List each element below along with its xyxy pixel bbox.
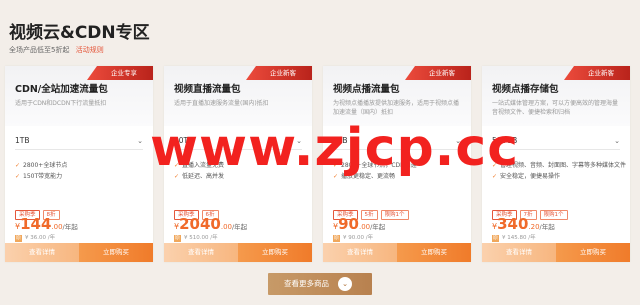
original-badge: 原 <box>333 235 340 242</box>
original-badge: 原 <box>15 235 22 242</box>
price: ¥2040.00/年起 <box>174 215 248 233</box>
spec-select[interactable]: 1TB ⌄ <box>15 132 143 150</box>
view-more-button[interactable]: 查看更多商品 ⌄ <box>268 273 372 295</box>
card-title: 视频点播存储包 <box>492 84 559 95</box>
view-details-button[interactable]: 查看详情 <box>323 243 397 262</box>
price: ¥90.00/年起 <box>333 215 386 233</box>
buy-now-button[interactable]: 立即购买 <box>397 243 471 262</box>
original-price: 原 ¥ 90.00 /年 <box>333 235 374 242</box>
subtitle-text: 全场产品低至5折起 <box>9 46 70 54</box>
check-icon: ✓ <box>15 162 21 169</box>
rules-link[interactable]: 活动规则 <box>76 46 104 54</box>
view-details-button[interactable]: 查看详情 <box>482 243 556 262</box>
buy-now-button[interactable]: 立即购买 <box>556 243 630 262</box>
feature-item: ✓ 150T带宽能力 <box>15 173 63 180</box>
card-description: 适用于直播加速服务流量(国内)抵扣 <box>174 100 269 107</box>
original-badge: 原 <box>174 235 181 242</box>
price: ¥144.00/年起 <box>15 215 78 233</box>
view-details-button[interactable]: 查看详情 <box>5 243 79 262</box>
card-description: 一站式媒体管理方案，可以方便高效的管理海量音视频文件、便捷检索和归档 <box>492 100 619 116</box>
original-badge: 原 <box>492 235 499 242</box>
card-ribbon: 企业新客 <box>246 66 312 80</box>
buy-now-button[interactable]: 立即购买 <box>79 243 153 262</box>
page-subtitle: 全场产品低至5折起 活动规则 <box>9 45 104 55</box>
chevron-down-icon: ⌄ <box>614 137 620 145</box>
watermark: www.zjcp.cc <box>150 118 520 178</box>
chevron-down-icon: ⌄ <box>137 137 143 145</box>
check-icon: ✓ <box>15 173 21 180</box>
view-more-label: 查看更多商品 <box>284 279 329 288</box>
feature-list: ✓ 2800+全球节点 ✓ 150T带宽能力 <box>15 160 145 182</box>
card-title: CDN/全站加速流量包 <box>15 84 108 95</box>
card-title: 视频点播流量包 <box>333 84 400 95</box>
card-ribbon: 企业新客 <box>405 66 471 80</box>
card-ribbon: 企业专享 <box>87 66 153 80</box>
card-title: 视频直播流量包 <box>174 84 241 95</box>
card-description: 适用于CDN和DCDN下行流量抵扣 <box>15 100 107 107</box>
card-description: 为视频点播播放提供加速服务，适用于视频点播加速流量（国内）抵扣 <box>333 100 460 116</box>
page-title: 视频云&CDN专区 <box>9 23 150 43</box>
buy-now-button[interactable]: 立即购买 <box>238 243 312 262</box>
original-price: 原 ¥ 510.00 /年 <box>174 235 218 242</box>
price: ¥340.20/年起 <box>492 215 555 233</box>
original-price: 原 ¥ 145.80 /年 <box>492 235 536 242</box>
product-card-cdn-package: 企业专享 CDN/全站加速流量包 适用于CDN和DCDN下行流量抵扣 1TB ⌄… <box>5 66 153 262</box>
card-ribbon: 企业新客 <box>564 66 630 80</box>
spec-value: 1TB <box>15 136 30 145</box>
chevron-down-icon: ⌄ <box>338 277 352 291</box>
feature-item: ✓ 2800+全球节点 <box>15 162 68 169</box>
view-details-button[interactable]: 查看详情 <box>164 243 238 262</box>
original-price: 原 ¥ 36.00 /年 <box>15 235 56 242</box>
